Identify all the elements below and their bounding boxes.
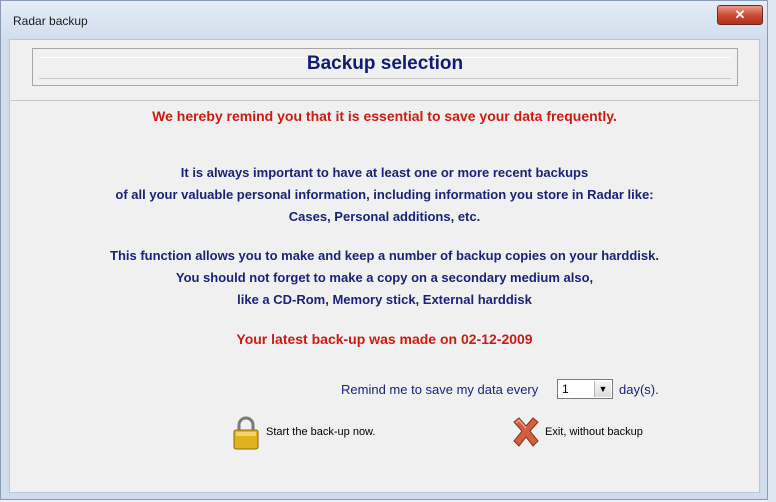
info-text-line: This function allows you to make and kee… (110, 248, 659, 263)
start-backup-button[interactable]: Start the back-up now. (233, 416, 393, 450)
window-title: Radar backup (13, 14, 88, 28)
info-text-line: of all your valuable personal informatio… (115, 187, 654, 202)
remind-interval-value: 1 (562, 382, 569, 396)
close-icon: ✕ (734, 7, 746, 22)
title-bar[interactable]: Radar backup ✕ (1, 1, 767, 39)
info-text-line: like a CD-Rom, Memory stick, External ha… (237, 292, 532, 307)
remind-interval-select[interactable]: 1 ▼ (557, 379, 613, 399)
red-x-icon (513, 417, 539, 447)
remind-interval-unit: day(s). (619, 382, 659, 397)
start-backup-label: Start the back-up now. (266, 426, 376, 438)
body-panel: We hereby remind you that it is essentia… (10, 100, 759, 493)
header-panel: Backup selection (32, 48, 738, 86)
info-text-line: It is always important to have at least … (180, 165, 589, 180)
exit-without-backup-label: Exit, without backup (545, 426, 643, 438)
remind-interval-label: Remind me to save my data every (341, 382, 539, 397)
dialog-content: Backup selection We hereby remind you th… (9, 39, 760, 493)
close-button[interactable]: ✕ (717, 5, 763, 25)
info-text-line: You should not forget to make a copy on … (175, 270, 594, 285)
info-text-line: Cases, Personal additions, etc. (288, 209, 481, 224)
padlock-icon (233, 416, 259, 450)
dialog-window: Radar backup ✕ Backup selection We hereb… (0, 0, 768, 500)
reminder-text: We hereby remind you that it is essentia… (152, 108, 617, 124)
chevron-down-icon[interactable]: ▼ (594, 381, 611, 397)
page-title: Backup selection (306, 53, 464, 74)
exit-without-backup-button[interactable]: Exit, without backup (511, 416, 661, 450)
latest-backup-text: Your latest back-up was made on 02-12-20… (236, 331, 533, 347)
desktop-background (768, 0, 776, 502)
